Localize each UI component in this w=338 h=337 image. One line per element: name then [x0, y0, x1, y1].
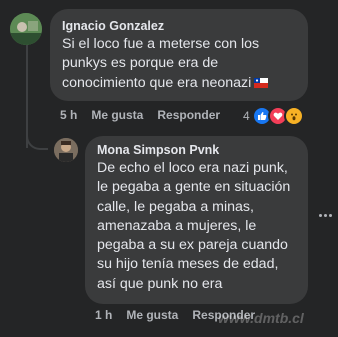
reaction-count: 4 [243, 109, 250, 123]
comment-text: Si el loco fue a meterse con los punkys … [62, 35, 296, 93]
reactions-summary[interactable]: 4 [243, 106, 304, 126]
more-options-button[interactable] [318, 207, 332, 223]
comment-actions: 5 h Me gusta Responder [60, 108, 220, 122]
like-button[interactable]: Me gusta [126, 308, 178, 322]
chile-flag-icon [254, 75, 269, 88]
watermark: www.dmtb.cl [218, 310, 304, 326]
like-button[interactable]: Me gusta [91, 108, 143, 122]
avatar[interactable] [10, 13, 42, 45]
comment-author[interactable]: Mona Simpson Pvnk [97, 142, 296, 159]
wow-icon [283, 106, 304, 126]
more-icon [318, 213, 322, 217]
comment-bubble: Mona Simpson Pvnk De echo el loco era na… [85, 136, 308, 304]
comment-text: De echo el loco era nazi punk, le pegaba… [97, 160, 291, 292]
comment-time[interactable]: 1 h [95, 308, 112, 322]
comment-bubble: Ignacio Gonzalez Si el loco fue a meters… [50, 9, 308, 101]
reply-button[interactable]: Responder [157, 108, 220, 122]
comment-time[interactable]: 5 h [60, 108, 77, 122]
avatar[interactable] [54, 138, 78, 162]
thread-connector [26, 118, 48, 150]
comment-author[interactable]: Ignacio Gonzalez [62, 18, 296, 35]
